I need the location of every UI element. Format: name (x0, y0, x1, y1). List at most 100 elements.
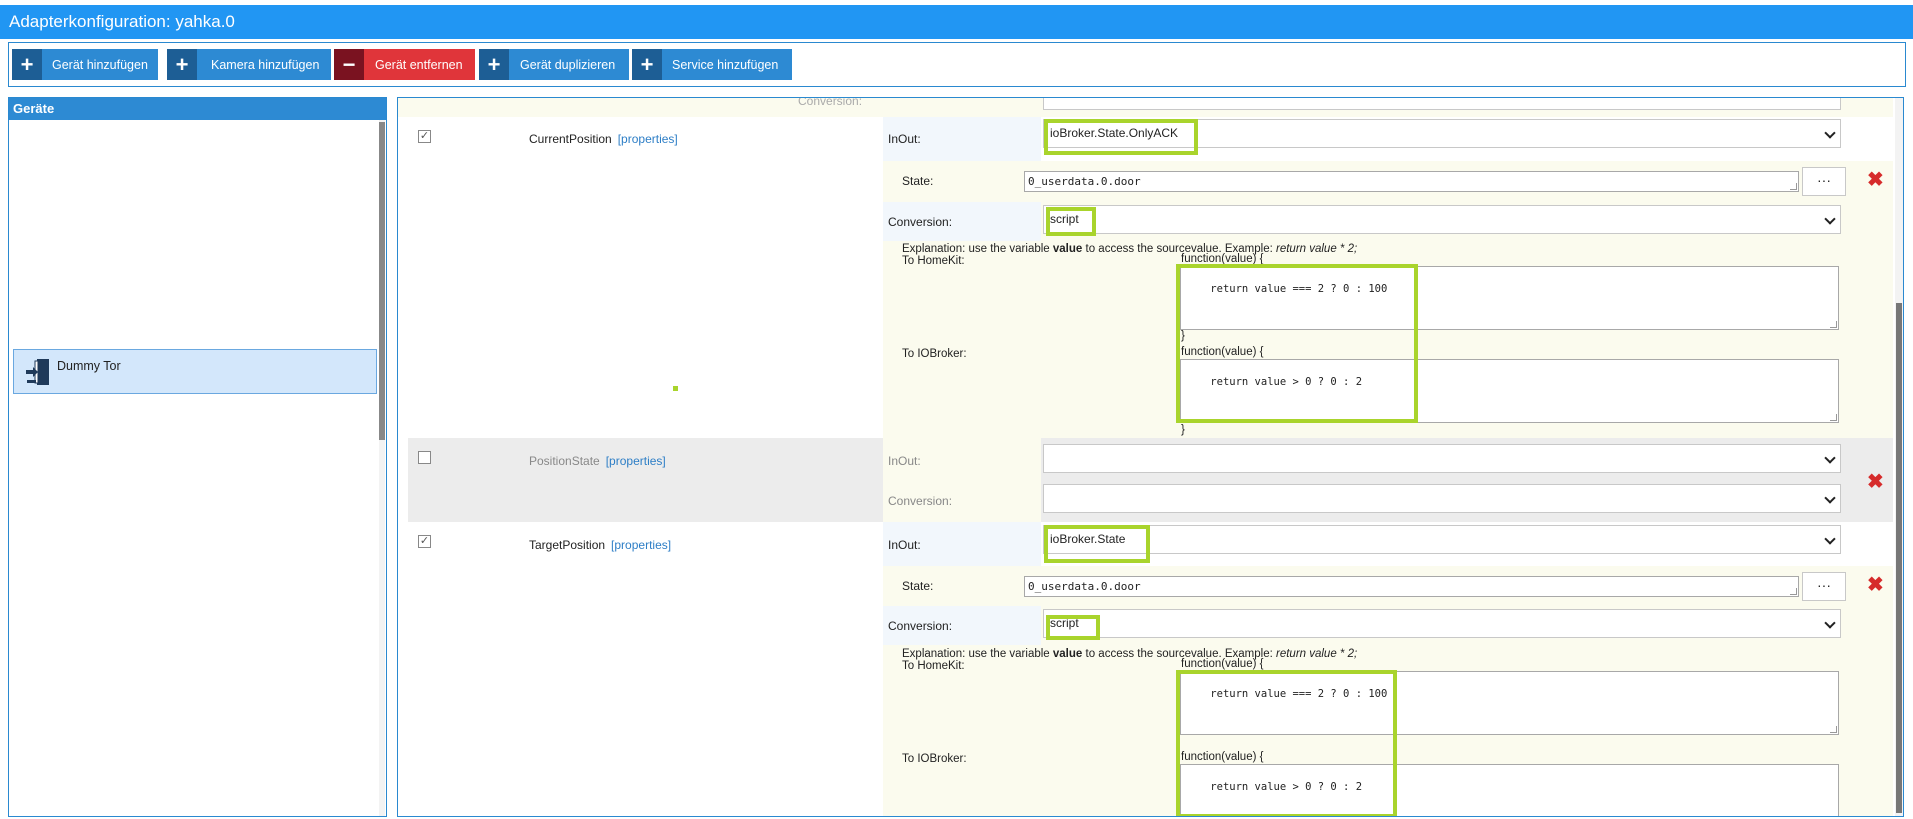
state-input[interactable]: 0_userdata.0.door (1024, 171, 1799, 192)
to-iobroker-label: To IOBroker: (902, 348, 967, 360)
to-iobroker-code: return value > 0 ? 0 : 2 (1210, 781, 1363, 793)
resize-grip-icon (1830, 321, 1837, 328)
characteristic-name: TargetPosition [properties] (529, 538, 671, 552)
resize-grip-icon (1830, 726, 1837, 733)
explanation-bold: value (1052, 243, 1083, 255)
remove-device-button[interactable]: − Gerät entfernen (334, 49, 475, 80)
add-camera-button[interactable]: + Kamera hinzufügen (167, 49, 332, 80)
remove-device-label: Gerät entfernen (375, 57, 463, 72)
add-camera-label: Kamera hinzufügen (211, 57, 320, 72)
chevron-down-icon (1824, 213, 1836, 225)
characteristic-name-text: PositionState (529, 454, 600, 468)
properties-link[interactable]: [properties] (618, 132, 678, 146)
clipped-conversion-select[interactable] (1043, 98, 1841, 110)
inout-select[interactable]: ioBroker.State.OnlyACK (1043, 119, 1841, 148)
conversion-label: Conversion: (888, 619, 953, 633)
minus-icon: − (334, 49, 364, 80)
enable-checkbox[interactable] (418, 451, 431, 464)
conversion-explanation: Explanation: use the variable value to a… (902, 243, 1357, 255)
plus-icon: + (167, 49, 197, 80)
to-homekit-function-head: function(value) { (1181, 253, 1264, 265)
device-list-scroll-thumb[interactable] (379, 122, 385, 440)
to-iobroker-function-head: function(value) { (1181, 751, 1264, 763)
add-device-button[interactable]: + Gerät hinzufügen (12, 49, 158, 80)
duplicate-device-label: Gerät duplizieren (520, 57, 616, 72)
to-homekit-label: To HomeKit: (902, 660, 965, 672)
state-input-value: 0_userdata.0.door (1028, 580, 1141, 593)
add-device-label: Gerät hinzufügen (52, 57, 148, 72)
conversion-select-value: script (1050, 212, 1079, 226)
conversion-label: Conversion: (888, 494, 953, 508)
delete-characteristic-button[interactable]: ✖ (1867, 572, 1884, 597)
inout-label: InOut: (888, 538, 921, 552)
state-label: State: (902, 174, 934, 188)
device-list-header: Geräte (9, 98, 386, 120)
explanation-bold: value (1052, 648, 1083, 660)
state-browse-button[interactable]: ··· (1802, 167, 1846, 196)
enable-checkbox[interactable]: ✓ (418, 535, 431, 548)
enable-checkbox[interactable]: ✓ (418, 130, 431, 143)
to-iobroker-code: return value > 0 ? 0 : 2 (1210, 376, 1363, 388)
duplicate-device-button[interactable]: + Gerät duplizieren (479, 49, 630, 80)
characteristic-name-text: TargetPosition (529, 538, 606, 552)
conversion-select-value: script (1050, 616, 1079, 630)
chevron-down-icon (1824, 452, 1836, 464)
explanation-example: return value * 2; (1276, 648, 1358, 660)
to-homekit-code: return value === 2 ? 0 : 100 (1210, 688, 1388, 700)
state-label: State: (902, 579, 934, 593)
to-iobroker-function-close: } (1181, 424, 1185, 436)
to-homekit-function-head: function(value) { (1181, 658, 1264, 670)
conversion-explanation: Explanation: use the variable value to a… (902, 648, 1357, 660)
to-iobroker-code-editor[interactable]: return value > 0 ? 0 : 2 (1180, 764, 1839, 816)
conversion-select[interactable]: script (1043, 205, 1841, 234)
clipped-conversion-label: Conversion: (798, 97, 863, 108)
state-input[interactable]: 0_userdata.0.door (1024, 576, 1799, 597)
characteristic-name: CurrentPosition [properties] (529, 132, 678, 146)
highlight-marker (673, 386, 678, 391)
to-homekit-label: To HomeKit: (902, 255, 965, 267)
door-exit-icon (26, 359, 49, 385)
explanation-prefix: Explanation: use the variable (902, 243, 1053, 255)
state-input-value: 0_userdata.0.door (1028, 175, 1141, 188)
device-item-dummy-tor[interactable]: Dummy Tor (13, 349, 377, 394)
resize-grip-icon (1790, 588, 1797, 595)
characteristic-name: PositionState [properties] (529, 454, 666, 468)
inout-select-value: ioBroker.State (1050, 532, 1126, 546)
to-homekit-function-close: } (1181, 330, 1185, 342)
add-service-button[interactable]: + Service hinzufügen (632, 49, 793, 80)
plus-icon: + (12, 49, 42, 80)
resize-grip-icon (1830, 414, 1837, 421)
characteristics-scroll-thumb[interactable] (1896, 303, 1902, 813)
conversion-select[interactable] (1043, 484, 1841, 513)
clipped-row: Conversion: (398, 98, 1893, 117)
inout-select[interactable] (1043, 444, 1841, 473)
inout-select[interactable]: ioBroker.State (1043, 525, 1841, 554)
device-list-panel: Geräte Dummy Tor (8, 97, 387, 817)
chevron-down-icon (1824, 127, 1836, 139)
inout-select-value: ioBroker.State.OnlyACK (1050, 126, 1179, 140)
to-iobroker-function-head: function(value) { (1181, 346, 1264, 358)
inout-label: InOut: (888, 454, 921, 468)
chevron-down-icon (1824, 492, 1836, 504)
chevron-down-icon (1824, 617, 1836, 629)
chevron-down-icon (1824, 533, 1836, 545)
characteristic-name-text: CurrentPosition (529, 132, 612, 146)
explanation-prefix: Explanation: use the variable (902, 648, 1053, 660)
to-homekit-code-editor[interactable]: return value === 2 ? 0 : 100 (1180, 671, 1839, 735)
inout-label: InOut: (888, 132, 921, 146)
delete-characteristic-button[interactable]: ✖ (1867, 167, 1884, 192)
plus-icon: + (632, 49, 662, 80)
to-iobroker-code-editor[interactable]: return value > 0 ? 0 : 2 (1180, 359, 1839, 423)
conversion-label: Conversion: (888, 215, 953, 229)
characteristics-panel: Conversion: ✓ CurrentPosition [properties… (397, 97, 1904, 817)
window-title: Adapterkonfiguration: yahka.0 (0, 5, 1913, 39)
properties-link[interactable]: [properties] (606, 454, 666, 468)
explanation-example: return value * 2; (1276, 243, 1358, 255)
delete-characteristic-button[interactable]: ✖ (1867, 469, 1884, 494)
to-homekit-code-editor[interactable]: return value === 2 ? 0 : 100 (1180, 266, 1839, 330)
to-homekit-code: return value === 2 ? 0 : 100 (1210, 283, 1388, 295)
state-browse-button[interactable]: ··· (1802, 572, 1846, 601)
conversion-select[interactable]: script (1043, 609, 1841, 638)
properties-link[interactable]: [properties] (611, 538, 671, 552)
add-service-label: Service hinzufügen (672, 57, 779, 72)
